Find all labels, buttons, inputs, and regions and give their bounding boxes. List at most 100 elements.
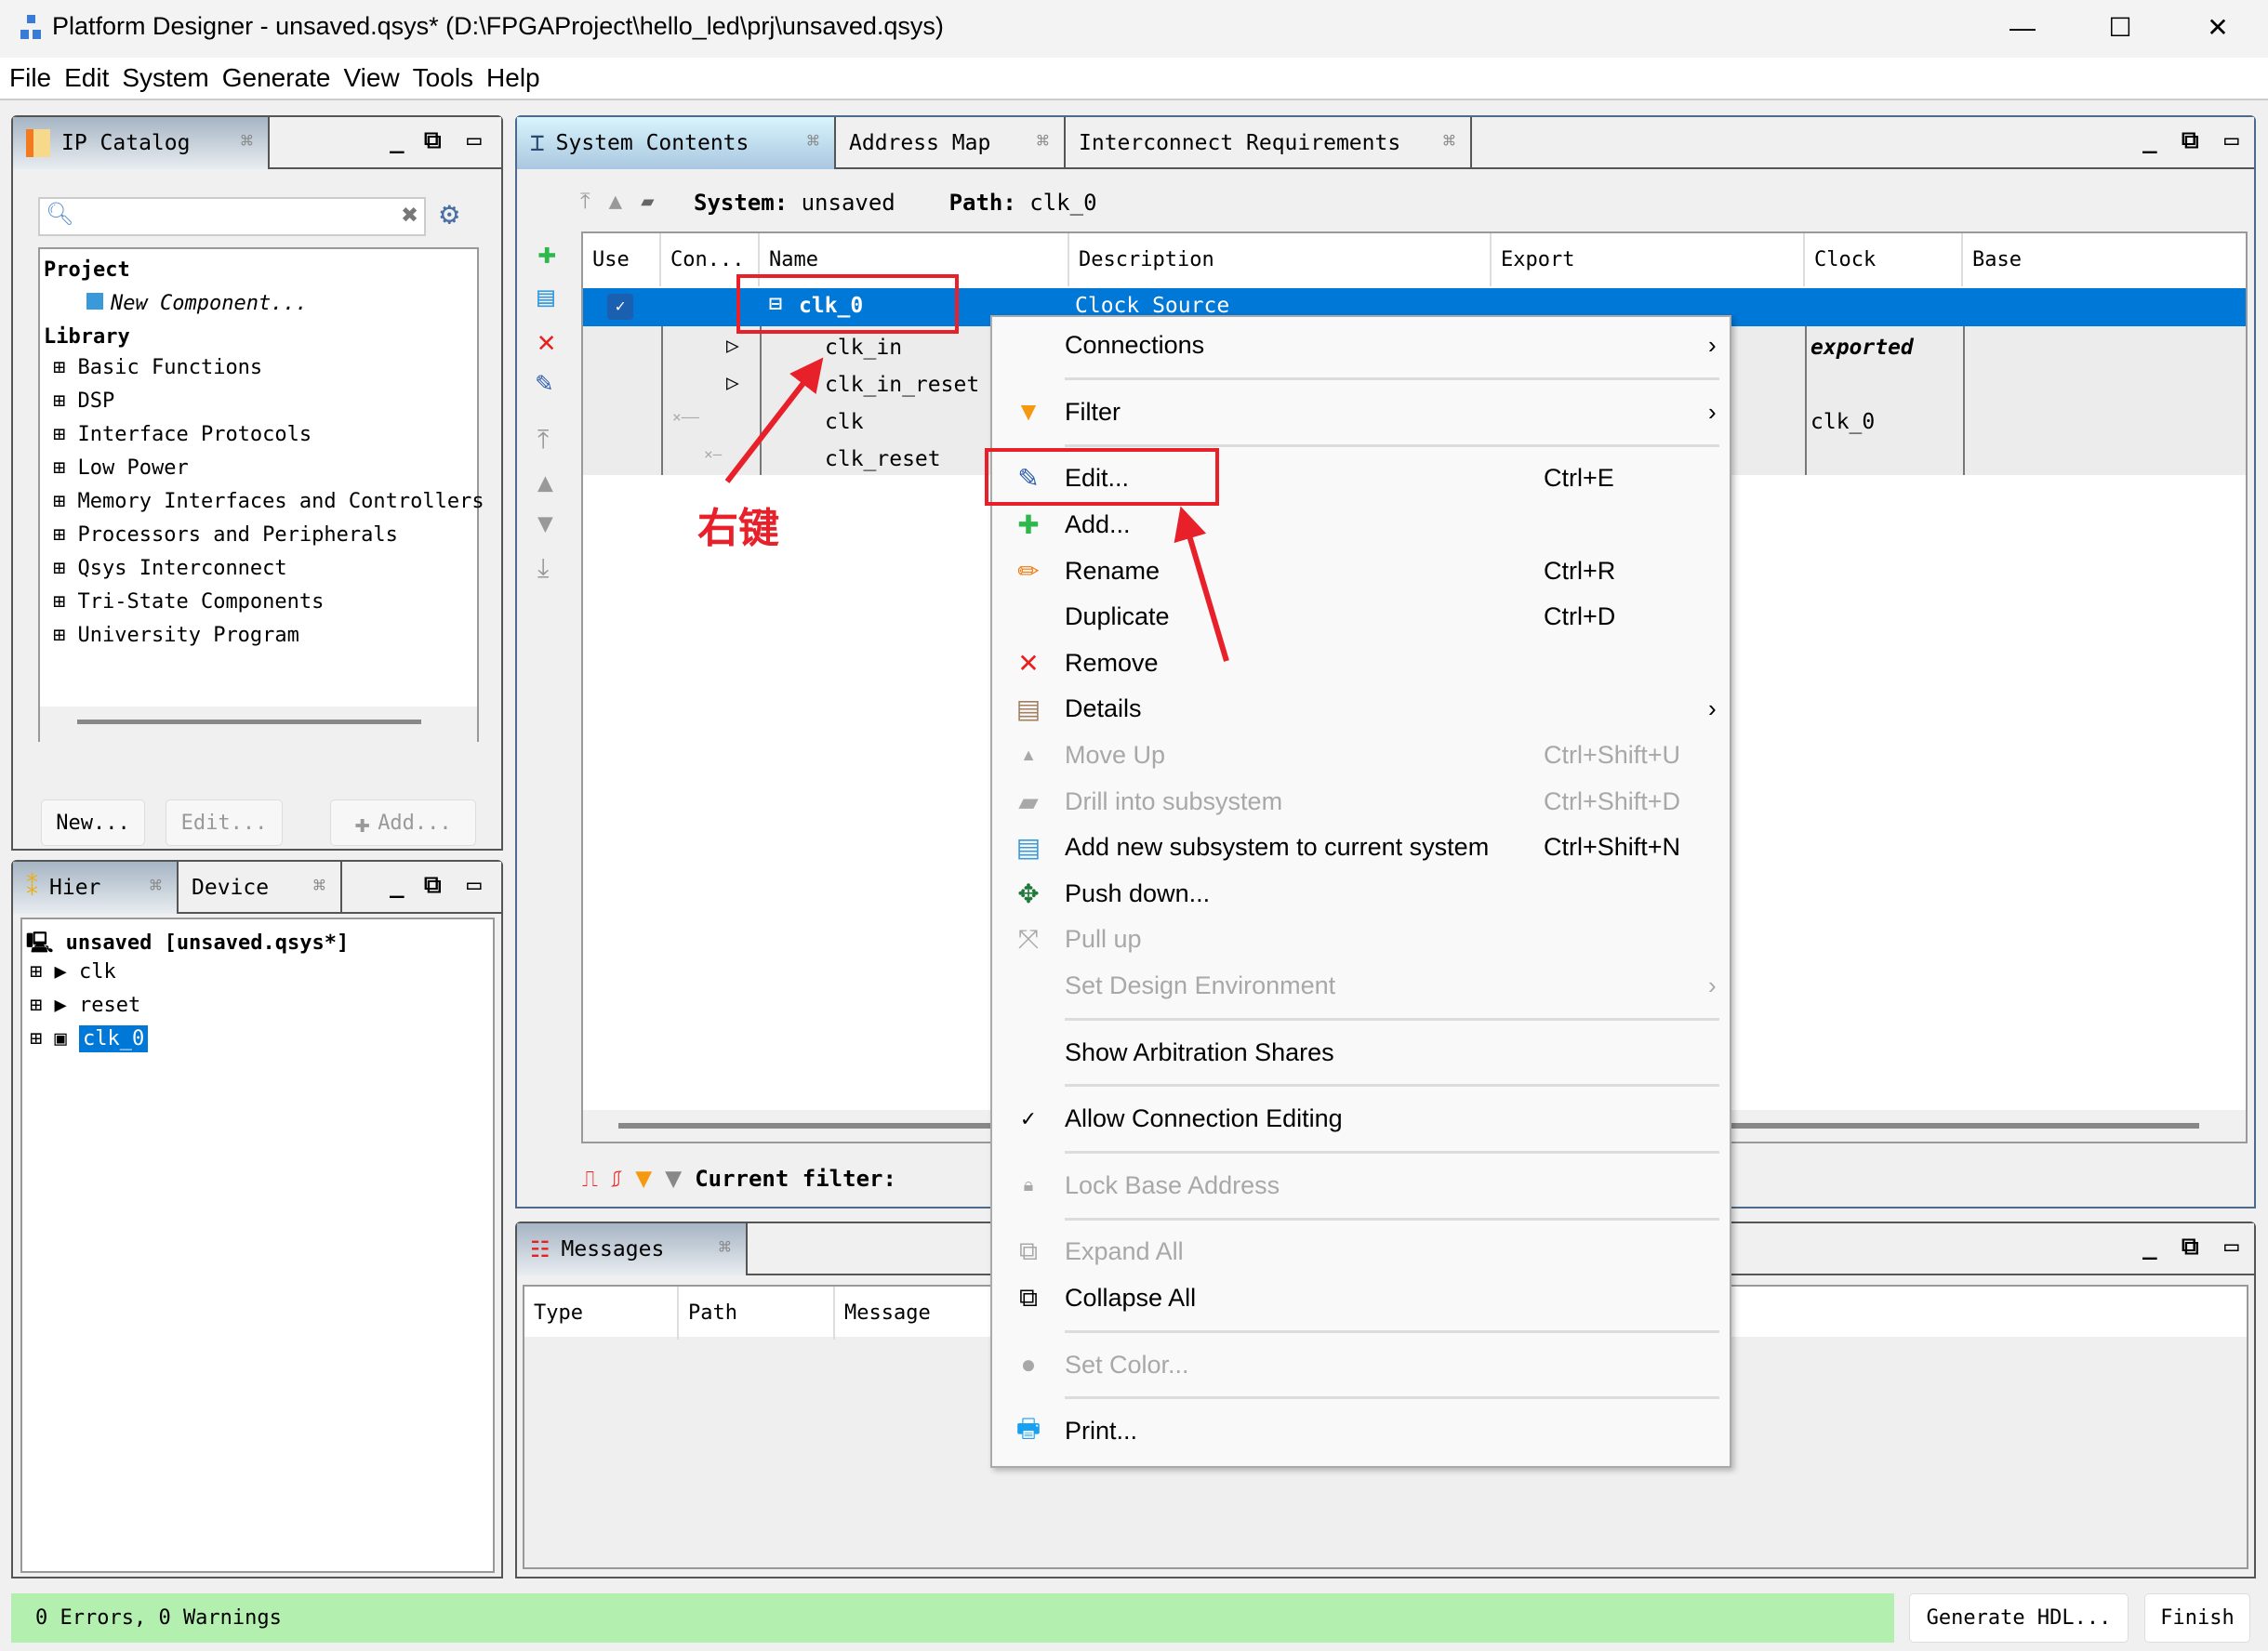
col-use[interactable]: Use [583, 233, 661, 286]
row-name[interactable]: clk_reset [825, 447, 941, 471]
tree-clk-0[interactable]: ⊞ ▣ clk_0 [30, 1025, 149, 1052]
row-name[interactable]: clk_in [825, 336, 902, 360]
menu-item-remove[interactable]: ✕ Remove [992, 641, 1730, 687]
row-name[interactable]: clk [825, 410, 864, 434]
move-top-icon[interactable]: ⤒ [537, 424, 549, 456]
close-tab-icon[interactable]: ⌘ [150, 875, 162, 898]
minimize-panel-icon[interactable]: _ [390, 126, 405, 154]
menu-item-add[interactable]: ✚ Add... [992, 502, 1730, 548]
col-base[interactable]: Base [1963, 233, 2242, 286]
menu-item-details[interactable]: ▤ Details › [992, 686, 1730, 733]
close-tab-icon[interactable]: ⌘ [807, 130, 819, 153]
menu-edit[interactable]: Edit [64, 63, 109, 93]
tree-memory-interfaces[interactable]: ⊞ Memory Interfaces and Controllers [53, 490, 484, 513]
tree-interface-protocols[interactable]: ⊞ Interface Protocols [53, 423, 312, 446]
filter-icon[interactable]: ▼ [635, 1162, 652, 1195]
settings-gear-icon[interactable]: ⚙ [440, 195, 458, 232]
tree-qsys-interconnect[interactable]: ⊞ Qsys Interconnect [53, 557, 287, 580]
tree-reset[interactable]: ⊞ ▶ reset [30, 994, 140, 1017]
maximize-panel-icon[interactable]: ▭ [2224, 1233, 2239, 1261]
menu-item-duplicate[interactable]: Duplicate Ctrl+D [992, 594, 1730, 641]
ip-search-input[interactable]: 🔍︎ ✖ [38, 197, 426, 236]
finish-button[interactable]: Finish [2144, 1593, 2250, 1643]
row-clock[interactable]: exported [1810, 336, 1914, 360]
tree-tri-state[interactable]: ⊞ Tri-State Components [53, 590, 324, 614]
tree-basic-functions[interactable]: ⊞ Basic Functions [53, 356, 262, 379]
col-description[interactable]: Description [1069, 233, 1492, 286]
menu-item-move-up[interactable]: ▲ Move Up Ctrl+Shift+U [992, 733, 1730, 779]
maximize-panel-icon[interactable]: ▭ [467, 871, 482, 899]
tree-library[interactable]: Library [44, 325, 130, 349]
connection-dot-icon[interactable]: ×— [704, 445, 722, 463]
menu-item-push-down[interactable]: ✥ Push down... [992, 871, 1730, 918]
tab-messages[interactable]: ☷ Messages ⌘ [517, 1223, 748, 1275]
clear-search-icon[interactable]: ✖ [402, 199, 418, 231]
minimize-panel-icon[interactable]: _ [390, 871, 405, 899]
menu-system[interactable]: System [122, 63, 208, 93]
edit-button[interactable]: Edit... [166, 799, 283, 846]
close-tab-icon[interactable]: ⌘ [313, 875, 325, 898]
tab-address-map[interactable]: Address Map ⌘ [836, 117, 1066, 169]
menu-file[interactable]: File [9, 63, 51, 93]
tab-interconnect-requirements[interactable]: Interconnect Requirements ⌘ [1066, 117, 1472, 169]
row-name[interactable]: clk_in_reset [825, 373, 979, 397]
close-tab-icon[interactable]: ⌘ [719, 1236, 731, 1260]
menu-item-collapse-all[interactable]: ⧉ Collapse All [992, 1275, 1730, 1322]
maximize-panel-icon[interactable]: ▭ [2224, 126, 2239, 154]
port-connector-icon[interactable]: ▷ [726, 371, 739, 395]
add-button[interactable]: ✚ Add... [330, 799, 476, 846]
horizontal-scrollbar[interactable] [40, 707, 477, 742]
minimize-panel-icon[interactable]: _ [2142, 126, 2157, 154]
add-subsystem-icon[interactable]: ▤ [537, 281, 554, 313]
menu-item-expand-all[interactable]: ⧉ Expand All [992, 1229, 1730, 1275]
move-up-icon[interactable]: ▲ [537, 467, 553, 497]
menu-item-set-design-environment[interactable]: Set Design Environment › [992, 963, 1730, 1010]
menu-item-filter[interactable]: ▼ Filter › [992, 390, 1730, 436]
float-panel-icon[interactable]: ⧉ [424, 871, 442, 900]
connection-dot-icon[interactable]: ×—— [672, 408, 699, 426]
col-path[interactable]: Path [679, 1287, 835, 1340]
row-clock[interactable]: clk_0 [1810, 410, 1875, 434]
use-checkbox[interactable]: ✓ [607, 294, 633, 320]
menu-item-print[interactable]: 🖶 Print... [992, 1408, 1730, 1455]
menu-item-lock-base-address[interactable]: 🔒︎ Lock Base Address [992, 1163, 1730, 1209]
tree-clk[interactable]: ⊞ ▶ clk [30, 960, 116, 984]
col-type[interactable]: Type [524, 1287, 679, 1340]
menu-help[interactable]: Help [486, 63, 540, 93]
tab-device[interactable]: Device ⌘ [179, 862, 342, 914]
tab-hierarchy[interactable]: ⁑ Hier ⌘ [13, 862, 179, 914]
menu-view[interactable]: View [343, 63, 399, 93]
menu-item-show-arbitration-shares[interactable]: Show Arbitration Shares [992, 1029, 1730, 1076]
float-panel-icon[interactable]: ⧉ [2182, 1233, 2199, 1261]
add-component-icon[interactable]: ✚ [537, 234, 556, 271]
close-tab-icon[interactable]: ⌘ [241, 130, 253, 153]
float-panel-icon[interactable]: ⧉ [424, 126, 442, 155]
top-level-icon[interactable]: ⤒ [580, 188, 590, 214]
menu-item-connections[interactable]: Connections › [992, 323, 1730, 369]
tab-system-contents[interactable]: ⌶ System Contents ⌘ [517, 117, 836, 169]
tree-processors[interactable]: ⊞ Processors and Peripherals [53, 523, 398, 547]
menu-item-rename[interactable]: ✏ Rename Ctrl+R [992, 548, 1730, 594]
col-export[interactable]: Export [1492, 233, 1805, 286]
maximize-panel-icon[interactable]: ▭ [467, 126, 482, 154]
close-tab-icon[interactable]: ⌘ [1443, 130, 1455, 153]
tree-new-component[interactable]: New Component... [86, 292, 308, 315]
col-clock[interactable]: Clock [1805, 233, 1963, 286]
menu-tools[interactable]: Tools [413, 63, 473, 93]
move-down-icon[interactable]: ▼ [537, 508, 553, 538]
reset-filter-icon[interactable]: ⎎ [611, 1166, 622, 1192]
close-button[interactable]: ✕ [2190, 9, 2246, 46]
tree-project[interactable]: Project [44, 258, 130, 282]
minimize-button[interactable]: — [1995, 9, 2050, 46]
remove-icon[interactable]: ✕ [537, 324, 555, 359]
menu-item-drill-into-subsystem[interactable]: ▰ Drill into subsystem Ctrl+Shift+D [992, 778, 1730, 825]
tree-low-power[interactable]: ⊞ Low Power [53, 456, 189, 480]
new-button[interactable]: New... [41, 799, 145, 846]
close-tab-icon[interactable]: ⌘ [1037, 130, 1049, 153]
menu-generate[interactable]: Generate [222, 63, 331, 93]
generate-hdl-button[interactable]: Generate HDL... [1909, 1593, 2129, 1643]
minimize-panel-icon[interactable]: _ [2142, 1233, 2157, 1261]
up-level-icon[interactable]: ▲ [609, 188, 622, 214]
clock-filter-icon[interactable]: ⎍ [582, 1166, 598, 1192]
menu-item-pull-up[interactable]: ⤧ Pull up [992, 917, 1730, 963]
